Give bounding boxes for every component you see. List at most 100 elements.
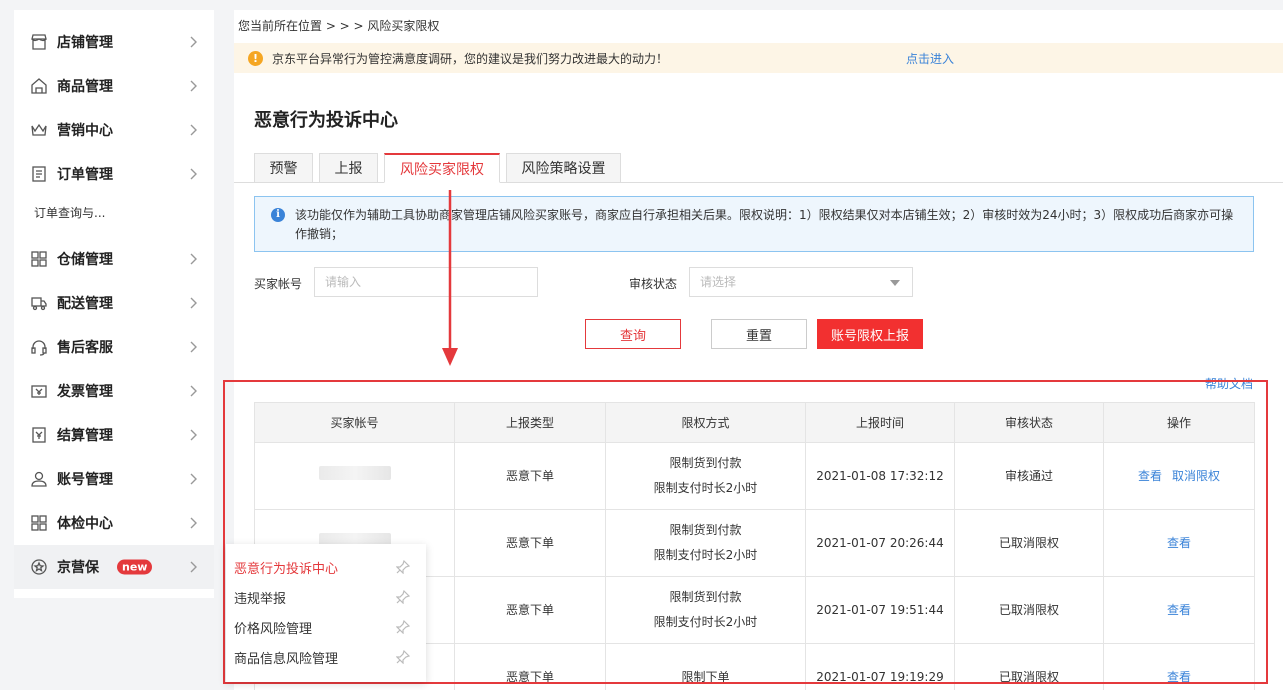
reset-button[interactable]: 重置 — [711, 319, 807, 349]
sidebar-item-jingyingbao[interactable]: 京营保 new — [14, 545, 214, 589]
method-line: 限制货到付款 — [669, 590, 742, 604]
status-cell: 已取消限权 — [954, 643, 1104, 690]
flyout-item-price-risk[interactable]: 价格风险管理 — [234, 613, 418, 641]
status-cell: 已取消限权 — [954, 576, 1104, 644]
sidebar-item-delivery[interactable]: 配送管理 — [14, 281, 214, 325]
type-cell: 恶意下单 — [454, 442, 606, 510]
sidebar-item-warehouse[interactable]: 仓储管理 — [14, 237, 214, 281]
type-cell: 恶意下单 — [454, 576, 606, 644]
truck-icon — [30, 294, 48, 312]
flyout-item-label: 价格风险管理 — [234, 621, 313, 637]
chevron-right-icon — [190, 297, 197, 309]
time-cell: 2021-01-07 20:26:44 — [805, 509, 955, 577]
review-status-select[interactable]: 请选择 — [689, 267, 913, 297]
view-link[interactable]: 查看 — [1167, 670, 1191, 684]
jingyingbao-flyout-menu: 恶意行为投诉中心 违规举报 价格风险管理 商品信息风险管理 — [226, 544, 426, 682]
action-cell: 查看 — [1103, 643, 1255, 690]
user-icon — [30, 470, 48, 488]
sidebar-item-products[interactable]: 商品管理 — [14, 64, 214, 108]
info-box: i 该功能仅作为辅助工具协助商家管理店铺风险买家账号，商家应自行承担相关后果。限… — [254, 196, 1254, 252]
grid-icon — [30, 250, 48, 268]
pin-icon[interactable] — [396, 650, 410, 664]
sidebar: 店铺管理 商品管理 营销中心 订单管理 订单查询与... 仓储管理 配送管理 售… — [14, 10, 214, 598]
flyout-item-label: 恶意行为投诉中心 — [234, 561, 339, 577]
pin-icon[interactable] — [396, 620, 410, 634]
tab-report[interactable]: 上报 — [319, 153, 378, 183]
status-cell: 已取消限权 — [954, 509, 1104, 577]
info-text: 该功能仅作为辅助工具协助商家管理店铺风险买家账号，商家应自行承担相关后果。限权说… — [295, 208, 1234, 241]
sidebar-item-label: 订单管理 — [57, 167, 113, 183]
sidebar-item-invoice[interactable]: 发票管理 — [14, 369, 214, 413]
col-header-type: 上报类型 — [454, 402, 606, 443]
method-line: 限制货到付款 — [669, 523, 742, 537]
sidebar-item-label: 体检中心 — [57, 516, 113, 532]
page-title: 恶意行为投诉中心 — [254, 110, 398, 131]
crown-icon — [30, 121, 48, 139]
info-icon: i — [271, 208, 285, 222]
view-link[interactable]: 查看 — [1167, 603, 1191, 617]
sidebar-item-label: 配送管理 — [57, 296, 113, 312]
table-header-row: 买家帐号 上报类型 限权方式 上报时间 审核状态 操作 — [254, 402, 1255, 443]
flyout-item-label: 商品信息风险管理 — [234, 651, 339, 667]
review-status-placeholder: 请选择 — [700, 275, 737, 289]
masked-account — [318, 465, 391, 480]
flyout-item-label: 违规举报 — [234, 591, 287, 607]
action-cell: 查看 — [1103, 576, 1255, 644]
sidebar-item-health-check[interactable]: 体检中心 — [14, 501, 214, 545]
sidebar-item-account[interactable]: 账号管理 — [14, 457, 214, 501]
chevron-right-icon — [190, 429, 197, 441]
col-header-status: 审核状态 — [954, 402, 1104, 443]
sidebar-item-orders[interactable]: 订单管理 — [14, 152, 214, 196]
flyout-item-product-info-risk[interactable]: 商品信息风险管理 — [234, 643, 418, 671]
flyout-item-violation-report[interactable]: 违规举报 — [234, 583, 418, 611]
notice-link[interactable]: 点击进入 — [906, 50, 954, 67]
pin-icon[interactable] — [396, 590, 410, 604]
review-status-label: 审核状态 — [629, 277, 678, 291]
view-link[interactable]: 查看 — [1138, 469, 1162, 483]
sidebar-item-marketing[interactable]: 营销中心 — [14, 108, 214, 152]
chevron-right-icon — [190, 517, 197, 529]
view-link[interactable]: 查看 — [1167, 536, 1191, 550]
buyer-account-placeholder: 请输入 — [325, 275, 362, 289]
warning-icon: ! — [248, 51, 263, 66]
sidebar-item-label: 仓储管理 — [57, 252, 113, 268]
report-restriction-button[interactable]: 账号限权上报 — [817, 319, 923, 349]
time-cell: 2021-01-07 19:51:44 — [805, 576, 955, 644]
method-cell: 限制下单 — [605, 643, 806, 690]
grid-icon — [30, 514, 48, 532]
method-line: 限制支付时长2小时 — [653, 481, 758, 495]
method-line: 限制支付时长2小时 — [653, 548, 758, 562]
buyer-account-label: 买家帐号 — [254, 277, 303, 291]
type-cell: 恶意下单 — [454, 509, 606, 577]
document-icon — [30, 165, 48, 183]
action-cell: 查看 — [1103, 509, 1255, 577]
pin-icon[interactable] — [396, 560, 410, 574]
tab-risk-buyer-restriction[interactable]: 风险买家限权 — [384, 153, 500, 183]
buyer-account-input[interactable]: 请输入 — [314, 267, 538, 297]
sidebar-subitem-order-query[interactable]: 订单查询与... — [34, 204, 105, 221]
annotation-arrow-icon — [442, 190, 458, 366]
chevron-right-icon — [190, 473, 197, 485]
chevron-right-icon — [190, 80, 197, 92]
method-cell: 限制货到付款 限制支付时长2小时 — [605, 576, 806, 644]
sidebar-item-store[interactable]: 店铺管理 — [14, 20, 214, 64]
chevron-right-icon — [190, 36, 197, 48]
shield-badge-icon — [30, 558, 48, 576]
sidebar-item-label: 京营保 — [57, 560, 99, 576]
tab-warning[interactable]: 预警 — [254, 153, 313, 183]
sidebar-item-settlement[interactable]: 结算管理 — [14, 413, 214, 457]
col-header-buyer: 买家帐号 — [254, 402, 455, 443]
status-cell: 审核通过 — [954, 442, 1104, 510]
sidebar-item-aftersales[interactable]: 售后客服 — [14, 325, 214, 369]
query-button[interactable]: 查询 — [585, 319, 681, 349]
tab-risk-strategy-settings[interactable]: 风险策略设置 — [506, 153, 621, 183]
chevron-right-icon — [190, 124, 197, 136]
sidebar-item-label: 营销中心 — [57, 123, 113, 139]
col-header-time: 上报时间 — [805, 402, 955, 443]
flyout-item-malicious-complaint[interactable]: 恶意行为投诉中心 — [234, 553, 418, 581]
type-cell: 恶意下单 — [454, 643, 606, 690]
notice-bar: ! 京东平台异常行为管控满意度调研，您的建议是我们努力改进最大的动力！ 点击进入 — [234, 43, 1283, 73]
cancel-restriction-link[interactable]: 取消限权 — [1172, 469, 1220, 483]
chevron-right-icon — [190, 385, 197, 397]
help-doc-link[interactable]: 帮助文档 — [1205, 375, 1253, 392]
